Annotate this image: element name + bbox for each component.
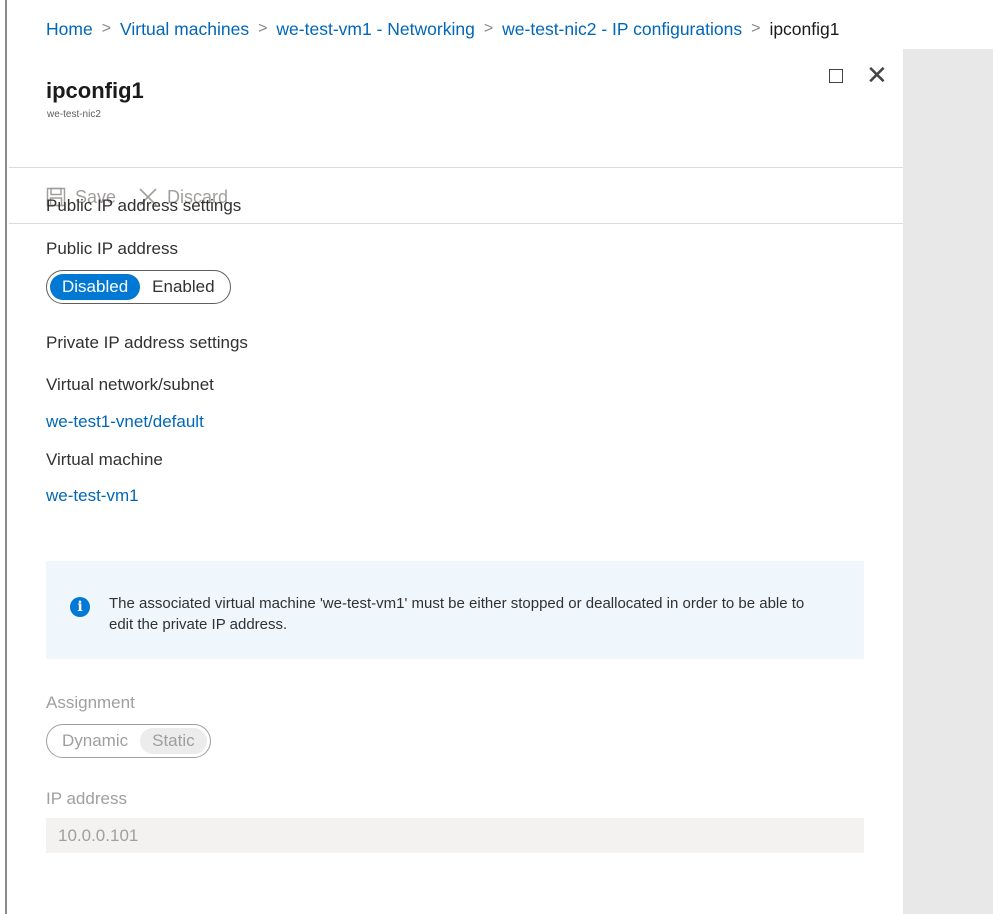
page-title: ipconfig1 [46, 78, 144, 103]
vnet-subnet-link[interactable]: we-test1-vnet/default [46, 412, 204, 432]
assignment-label: Assignment [46, 693, 135, 712]
ip-address-label: IP address [46, 789, 127, 808]
info-icon: i [70, 597, 90, 617]
chevron-right-icon: > [101, 20, 112, 37]
breadcrumb-nic-ip-configurations[interactable]: we-test-nic2 - IP configurations [502, 19, 742, 40]
chevron-right-icon: > [483, 20, 494, 37]
assignment-option-dynamic: Dynamic [62, 731, 129, 750]
virtual-machine-link[interactable]: we-test-vm1 [46, 486, 139, 506]
info-message: The associated virtual machine 'we-test-… [109, 595, 805, 633]
private-ip-section-title: Private IP address settings [46, 333, 248, 352]
breadcrumb: Home > Virtual machines > we-test-vm1 - … [46, 14, 840, 44]
breadcrumb-vm-networking[interactable]: we-test-vm1 - Networking [276, 19, 474, 40]
divider [9, 167, 903, 168]
chevron-right-icon: > [751, 20, 761, 37]
assignment-toggle: Dynamic Static [46, 724, 211, 758]
public-ip-option-disabled[interactable]: Disabled [50, 274, 141, 300]
ipconfig-blade: ipconfig1 we-test-nic2 ✕ Save Discard Pu… [9, 49, 903, 914]
breadcrumb-virtual-machines[interactable]: Virtual machines [120, 19, 249, 40]
ip-address-field: 10.0.0.101 [46, 818, 864, 853]
virtual-machine-label: Virtual machine [46, 450, 163, 469]
page-subtitle: we-test-nic2 [47, 109, 101, 120]
close-icon[interactable]: ✕ [866, 62, 888, 88]
public-ip-section-title: Public IP address settings [46, 196, 242, 215]
public-ip-option-enabled[interactable]: Enabled [140, 274, 226, 300]
chevron-right-icon: > [258, 20, 268, 37]
divider [9, 223, 903, 224]
maximize-icon[interactable] [829, 69, 843, 83]
window-top-edge [0, 0, 993, 8]
vnet-subnet-label: Virtual network/subnet [46, 375, 214, 394]
public-ip-toggle: Disabled Enabled [46, 270, 231, 304]
assignment-option-static: Static [140, 728, 207, 754]
info-banner: i The associated virtual machine 'we-tes… [46, 561, 864, 659]
breadcrumb-current: ipconfig1 [769, 18, 840, 39]
breadcrumb-home[interactable]: Home [46, 19, 93, 40]
public-ip-field-label: Public IP address [46, 239, 178, 258]
window-left-edge [0, 0, 7, 914]
background-panel [903, 49, 993, 914]
